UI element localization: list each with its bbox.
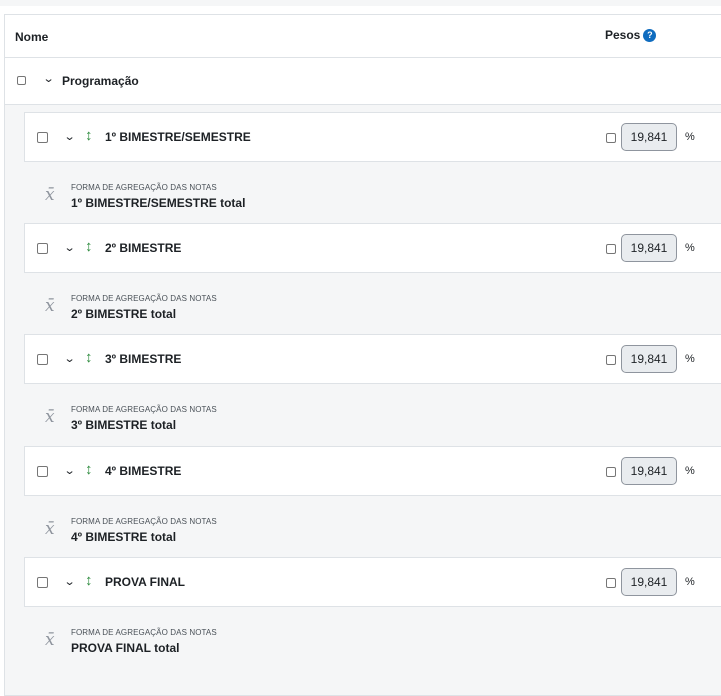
category-title: Programação	[62, 74, 139, 88]
grade-item-row: ⌄ ↕ 4º BIMESTRE 19,841 %	[24, 446, 721, 496]
column-header-name: Nome	[15, 30, 49, 44]
move-icon[interactable]: ↕	[85, 461, 93, 478]
category-row: ⌄ Programação	[5, 58, 721, 105]
item-title: PROVA FINAL	[105, 575, 185, 589]
percent-unit: %	[685, 242, 695, 254]
chevron-down-icon[interactable]: ⌄	[64, 241, 76, 254]
percent-unit: %	[685, 131, 695, 143]
aggregation-label: FORMA DE AGREGAÇÃO DAS NOTAS	[71, 294, 217, 303]
aggregation-title: 3º BIMESTRE total	[71, 418, 177, 432]
table-header: Nome Pesos ?	[5, 15, 721, 58]
top-strip	[0, 0, 721, 6]
mean-icon: x̄	[45, 296, 55, 316]
percent-unit: %	[685, 353, 695, 365]
column-header-weights: Pesos ?	[605, 28, 657, 42]
weight-override-checkbox[interactable]	[606, 467, 616, 477]
aggregation-title: 2º BIMESTRE total	[71, 307, 177, 321]
aggregation-title: 4º BIMESTRE total	[71, 530, 177, 544]
grade-item-row: ⌄ ↕ 1º BIMESTRE/SEMESTRE 19,841 %	[24, 112, 721, 162]
item-title: 4º BIMESTRE	[105, 464, 182, 478]
weight-input[interactable]: 19,841	[621, 234, 677, 262]
mean-icon: x̄	[45, 407, 55, 427]
percent-unit: %	[685, 576, 695, 588]
weight-input[interactable]: 19,841	[621, 568, 677, 596]
mean-icon: x̄	[45, 630, 55, 650]
grade-item-row: ⌄ ↕ 3º BIMESTRE 19,841 %	[24, 334, 721, 384]
aggregation-title: 1º BIMESTRE/SEMESTRE total	[71, 196, 246, 210]
move-icon[interactable]: ↕	[85, 127, 93, 144]
weight-override-checkbox[interactable]	[606, 244, 616, 254]
chevron-down-icon[interactable]: ⌄	[64, 575, 76, 588]
help-icon[interactable]: ?	[643, 28, 657, 42]
aggregation-label: FORMA DE AGREGAÇÃO DAS NOTAS	[71, 517, 217, 526]
move-icon[interactable]: ↕	[85, 238, 93, 255]
aggregation-row: x̄ FORMA DE AGREGAÇÃO DAS NOTAS 3º BIMES…	[24, 393, 721, 443]
item-select-checkbox[interactable]	[37, 466, 48, 477]
item-title: 2º BIMESTRE	[105, 241, 182, 255]
aggregation-label: FORMA DE AGREGAÇÃO DAS NOTAS	[71, 628, 217, 637]
grade-item-row: ⌄ ↕ 2º BIMESTRE 19,841 %	[24, 223, 721, 273]
item-title: 3º BIMESTRE	[105, 352, 182, 366]
item-select-checkbox[interactable]	[37, 243, 48, 254]
chevron-down-icon[interactable]: ⌄	[64, 352, 76, 365]
item-select-checkbox[interactable]	[37, 132, 48, 143]
weight-input[interactable]: 19,841	[621, 345, 677, 373]
mean-icon: x̄	[45, 185, 55, 205]
item-select-checkbox[interactable]	[37, 354, 48, 365]
aggregation-row: x̄ FORMA DE AGREGAÇÃO DAS NOTAS PROVA FI…	[24, 616, 721, 666]
aggregation-title: PROVA FINAL total	[71, 641, 180, 655]
weight-override-checkbox[interactable]	[606, 133, 616, 143]
aggregation-row: x̄ FORMA DE AGREGAÇÃO DAS NOTAS 4º BIMES…	[24, 505, 721, 555]
chevron-down-icon[interactable]: ⌄	[64, 130, 76, 143]
gradebook-setup-table: Nome Pesos ? ⌄ Programação ⌄ ↕ 1º BIMEST…	[4, 14, 721, 696]
percent-unit: %	[685, 465, 695, 477]
weights-label: Pesos	[605, 28, 641, 42]
aggregation-label: FORMA DE AGREGAÇÃO DAS NOTAS	[71, 183, 217, 192]
aggregation-label: FORMA DE AGREGAÇÃO DAS NOTAS	[71, 405, 217, 414]
move-icon[interactable]: ↕	[85, 572, 93, 589]
item-title: 1º BIMESTRE/SEMESTRE	[105, 130, 251, 144]
weight-override-checkbox[interactable]	[606, 578, 616, 588]
category-children: ⌄ ↕ 1º BIMESTRE/SEMESTRE 19,841 % x̄ FOR…	[5, 105, 721, 695]
grade-item-row: ⌄ ↕ PROVA FINAL 19,841 %	[24, 557, 721, 607]
chevron-down-icon[interactable]: ⌄	[64, 464, 76, 477]
move-icon[interactable]: ↕	[85, 349, 93, 366]
weight-input[interactable]: 19,841	[621, 457, 677, 485]
aggregation-row: x̄ FORMA DE AGREGAÇÃO DAS NOTAS 2º BIMES…	[24, 282, 721, 332]
aggregation-row: x̄ FORMA DE AGREGAÇÃO DAS NOTAS 1º BIMES…	[24, 171, 721, 221]
mean-icon: x̄	[45, 519, 55, 539]
item-select-checkbox[interactable]	[37, 577, 48, 588]
weight-override-checkbox[interactable]	[606, 355, 616, 365]
weight-input[interactable]: 19,841	[621, 123, 677, 151]
chevron-down-icon[interactable]: ⌄	[43, 72, 55, 85]
category-select-checkbox[interactable]	[17, 76, 26, 85]
